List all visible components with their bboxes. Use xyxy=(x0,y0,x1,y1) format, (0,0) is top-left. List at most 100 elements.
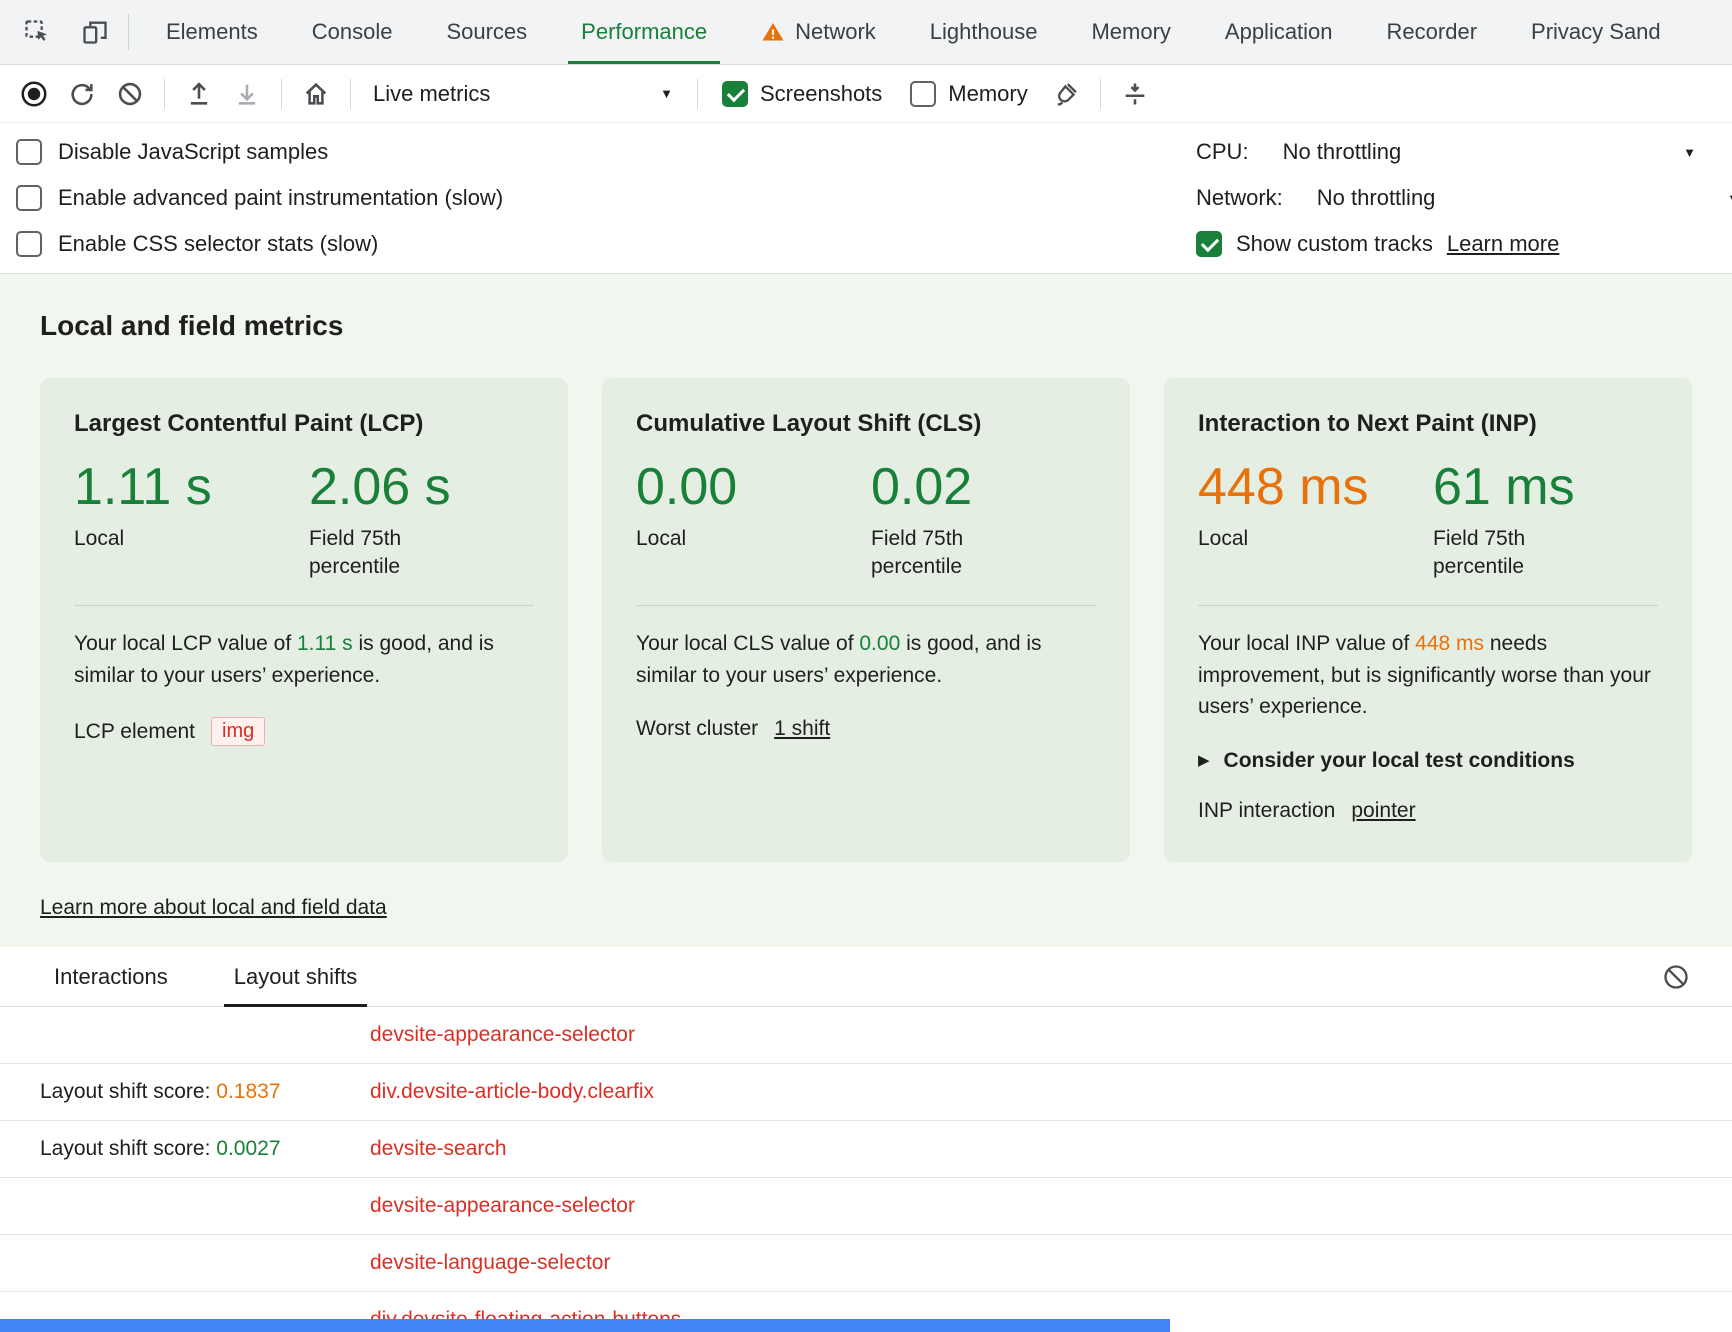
inp-description: Your local INP value of 448 ms needs imp… xyxy=(1198,628,1658,723)
cpu-throttle-row: CPU: No throttling ▼ xyxy=(1196,129,1696,175)
tab-memory[interactable]: Memory xyxy=(1064,0,1197,64)
lcp-card: Largest Contentful Paint (LCP) 1.11 s Lo… xyxy=(40,378,568,862)
show-custom-tracks-label: Show custom tracks xyxy=(1236,231,1433,257)
tab-recorder[interactable]: Recorder xyxy=(1360,0,1504,64)
divider xyxy=(281,79,282,109)
disable-js-samples-row: Disable JavaScript samples xyxy=(16,129,1196,175)
memory-toggle: Memory xyxy=(896,81,1041,107)
tab-console[interactable]: Console xyxy=(285,0,420,64)
metric-cards: Largest Contentful Paint (LCP) 1.11 s Lo… xyxy=(40,378,1692,862)
lcp-card-title: Largest Contentful Paint (LCP) xyxy=(74,410,534,438)
advanced-paint-checkbox[interactable] xyxy=(16,185,42,211)
score-value: 0.0027 xyxy=(216,1137,280,1160)
cls-card-title: Cumulative Layout Shift (CLS) xyxy=(636,410,1096,438)
local-test-conditions-expander[interactable]: ▶ Consider your local test conditions xyxy=(1198,749,1658,773)
score-value: 0.1837 xyxy=(216,1080,280,1103)
garbage-collect-brush-icon[interactable] xyxy=(1042,72,1090,116)
warning-icon xyxy=(761,20,785,44)
tab-lighthouse[interactable]: Lighthouse xyxy=(903,0,1065,64)
clear-icon[interactable] xyxy=(106,72,154,116)
tab-label: Privacy Sand xyxy=(1531,19,1661,45)
disable-js-samples-checkbox[interactable] xyxy=(16,139,42,165)
worst-cluster-label: Worst cluster xyxy=(636,717,758,741)
element-link[interactable]: devsite-appearance-selector xyxy=(370,1023,635,1047)
desc-value: 0.00 xyxy=(859,632,900,655)
tab-application[interactable]: Application xyxy=(1198,0,1360,64)
lcp-element-link[interactable]: img xyxy=(211,717,265,746)
cls-field-value: 0.02 xyxy=(871,460,1001,515)
screenshots-checkbox[interactable] xyxy=(722,81,748,107)
panel-tabs: Elements Console Sources Performance Net… xyxy=(139,0,1688,64)
record-button[interactable] xyxy=(10,72,58,116)
inp-values: 448 ms Local 61 ms Field 75th percentile xyxy=(1198,460,1658,581)
tab-interactions[interactable]: Interactions xyxy=(54,947,168,1006)
throttling-settings: CPU: No throttling ▼ Network: No throttl… xyxy=(1196,129,1696,267)
score-cell: Layout shift score: 0.0027 xyxy=(40,1137,370,1161)
show-custom-tracks-row: Show custom tracks Learn more xyxy=(1196,221,1696,267)
history-dropdown[interactable]: Live metrics ▼ xyxy=(361,73,687,115)
lcp-field-value: 2.06 s xyxy=(309,460,451,515)
element-link[interactable]: div.devsite-article-body.clearfix xyxy=(370,1080,654,1104)
score-label: Layout shift score: xyxy=(40,1137,216,1160)
desc-value: 448 ms xyxy=(1415,632,1484,655)
tab-sources[interactable]: Sources xyxy=(419,0,554,64)
learn-more-link[interactable]: Learn more xyxy=(1447,231,1560,257)
tab-network[interactable]: Network xyxy=(734,0,903,64)
desc-value: 1.11 s xyxy=(297,632,353,655)
lcp-element-row: LCP element img xyxy=(74,717,534,746)
memory-checkbox[interactable] xyxy=(910,81,936,107)
cls-values: 0.00 Local 0.02 Field 75th percentile xyxy=(636,460,1096,581)
capture-settings-icon[interactable] xyxy=(1111,72,1159,116)
load-profile-icon[interactable] xyxy=(175,72,223,116)
disclosure-triangle-icon: ▶ xyxy=(1198,753,1210,768)
inp-field-label: Field 75th percentile xyxy=(1433,525,1563,582)
tab-privacy-sandbox[interactable]: Privacy Sand xyxy=(1504,0,1688,64)
inp-local-label: Local xyxy=(1198,525,1328,553)
inp-interaction-label: INP interaction xyxy=(1198,799,1335,823)
network-throttle-row: Network: No throttling ▼ xyxy=(1196,175,1696,221)
save-profile-icon[interactable] xyxy=(223,72,271,116)
element-link[interactable]: devsite-appearance-selector xyxy=(370,1194,635,1218)
log-row: devsite-appearance-selector xyxy=(0,1178,1732,1235)
tab-label: Lighthouse xyxy=(930,19,1038,45)
device-toolbar-icon[interactable] xyxy=(74,11,116,53)
network-throttle-select[interactable]: No throttling xyxy=(1317,185,1436,211)
performance-toolbar: Live metrics ▼ Screenshots Memory xyxy=(0,65,1732,123)
css-selector-stats-checkbox[interactable] xyxy=(16,231,42,257)
cpu-throttle-select[interactable]: No throttling xyxy=(1283,139,1402,165)
tab-label: Memory xyxy=(1091,19,1170,45)
divider xyxy=(350,79,351,109)
chevron-down-icon[interactable]: ▼ xyxy=(1727,192,1732,205)
selected-row-highlight xyxy=(0,1319,1170,1332)
lcp-description: Your local LCP value of 1.11 s is good, … xyxy=(74,628,534,691)
element-link[interactable]: devsite-search xyxy=(370,1137,507,1161)
advanced-paint-row: Enable advanced paint instrumentation (s… xyxy=(16,175,1196,221)
cls-field-label: Field 75th percentile xyxy=(871,525,1001,582)
inp-interaction-link[interactable]: pointer xyxy=(1351,799,1415,823)
home-icon[interactable] xyxy=(292,72,340,116)
history-dropdown-value: Live metrics xyxy=(373,81,490,107)
cls-card: Cumulative Layout Shift (CLS) 0.00 Local… xyxy=(602,378,1130,862)
learn-more-field-data-link[interactable]: Learn more about local and field data xyxy=(40,896,387,920)
chevron-down-icon[interactable]: ▼ xyxy=(1683,146,1696,159)
show-custom-tracks-checkbox[interactable] xyxy=(1196,231,1222,257)
record-and-reload-icon[interactable] xyxy=(58,72,106,116)
lcp-values: 1.11 s Local 2.06 s Field 75th percentil… xyxy=(74,460,534,581)
memory-label: Memory xyxy=(948,81,1027,107)
tab-performance[interactable]: Performance xyxy=(554,0,734,64)
worst-cluster-link[interactable]: 1 shift xyxy=(774,717,830,741)
tab-layout-shifts[interactable]: Layout shifts xyxy=(234,947,358,1006)
devtools-performance-panel: Elements Console Sources Performance Net… xyxy=(0,0,1732,1332)
cls-local-value: 0.00 xyxy=(636,460,871,515)
cls-local-label: Local xyxy=(636,525,766,553)
desc-text: Your local CLS value of xyxy=(636,632,859,655)
element-link[interactable]: devsite-language-selector xyxy=(370,1251,610,1275)
tab-label: Elements xyxy=(166,19,258,45)
clear-log-icon[interactable] xyxy=(1656,957,1696,997)
inp-interaction-row: INP interaction pointer xyxy=(1198,799,1658,823)
tab-elements[interactable]: Elements xyxy=(139,0,285,64)
inspect-element-icon[interactable] xyxy=(16,11,58,53)
screenshots-label: Screenshots xyxy=(760,81,882,107)
logs-tabbar: Interactions Layout shifts xyxy=(0,947,1732,1007)
score-label: Layout shift score: xyxy=(40,1080,216,1103)
